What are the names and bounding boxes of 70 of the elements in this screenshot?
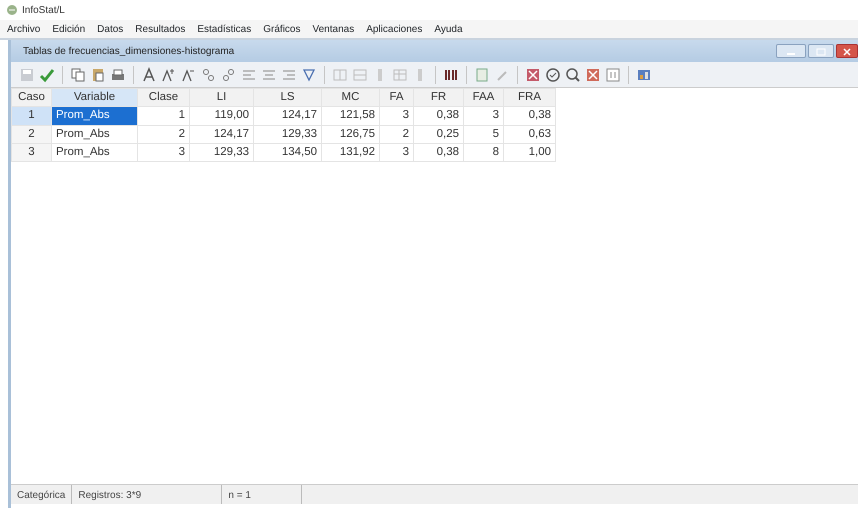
copy-icon[interactable] bbox=[70, 66, 86, 82]
table-cell: 8 bbox=[464, 143, 504, 162]
column-header[interactable]: Caso bbox=[12, 88, 52, 107]
column-header[interactable]: FRA bbox=[504, 88, 556, 107]
window-title: InfoStat/L bbox=[22, 4, 65, 18]
minimize-button[interactable] bbox=[776, 44, 806, 58]
cross-mark-icon[interactable] bbox=[585, 66, 601, 82]
column-header[interactable]: FA bbox=[380, 88, 414, 107]
menu-item[interactable]: Ventanas bbox=[311, 22, 356, 36]
table-cell: 3 bbox=[380, 143, 414, 162]
table-cell: 129,33 bbox=[190, 143, 254, 162]
column-header[interactable]: LS bbox=[254, 88, 322, 107]
table-cell: 0,38 bbox=[414, 106, 464, 125]
column-header[interactable]: FAA bbox=[464, 88, 504, 107]
sheet-icon[interactable] bbox=[474, 66, 490, 82]
menu-item[interactable]: Edición bbox=[51, 22, 86, 36]
window-title: Tablas de frecuencias_dimensiones-histograma bbox=[23, 44, 234, 58]
table-cell: 1,00 bbox=[504, 143, 556, 162]
table-cell: 0,63 bbox=[504, 125, 556, 144]
close-icon bbox=[842, 48, 852, 56]
table-cell[interactable]: Prom_Abs bbox=[52, 143, 138, 162]
table-cell: 129,33 bbox=[254, 125, 322, 144]
table-cell: 0,38 bbox=[504, 106, 556, 125]
check-circle-icon[interactable] bbox=[545, 66, 561, 82]
table-cell: 124,17 bbox=[190, 125, 254, 144]
table-cell: 5 bbox=[464, 125, 504, 144]
font-grow-icon[interactable] bbox=[161, 66, 177, 82]
table-cell: 119,00 bbox=[190, 106, 254, 125]
menu-item[interactable]: Resultados bbox=[134, 22, 186, 36]
table-cell: 1 bbox=[138, 106, 190, 125]
paste-icon[interactable] bbox=[90, 66, 106, 82]
font-icon[interactable] bbox=[141, 66, 157, 82]
column-header[interactable]: Variable bbox=[52, 88, 138, 107]
row-header[interactable]: 2 bbox=[12, 125, 52, 144]
close-button[interactable] bbox=[836, 44, 858, 58]
table-cell: 126,75 bbox=[322, 125, 380, 144]
table-cell: 0,38 bbox=[414, 143, 464, 162]
table-cell: 134,50 bbox=[254, 143, 322, 162]
maximize-icon bbox=[816, 48, 826, 56]
table-cell: 2 bbox=[138, 125, 190, 144]
table-cell: 124,17 bbox=[254, 106, 322, 125]
table-cell: 121,58 bbox=[322, 106, 380, 125]
menu-item[interactable]: Ayuda bbox=[433, 22, 464, 36]
table-cell: 2 bbox=[380, 125, 414, 144]
table-cell: 0,25 bbox=[414, 125, 464, 144]
column-header[interactable]: Clase bbox=[138, 88, 190, 107]
column-header[interactable]: FR bbox=[414, 88, 464, 107]
status-text: Registros: 3*9 bbox=[72, 485, 222, 504]
cross-mark-icon[interactable] bbox=[525, 66, 541, 82]
menu-item[interactable]: Estadísticas bbox=[196, 22, 252, 36]
status-text: n = 1 bbox=[222, 485, 302, 504]
column-header[interactable]: LI bbox=[190, 88, 254, 107]
menu-item[interactable]: Aplicaciones bbox=[365, 22, 424, 36]
magnifier-icon[interactable] bbox=[565, 66, 581, 82]
table-cell: 3 bbox=[380, 106, 414, 125]
table-cell[interactable]: Prom_Abs bbox=[52, 106, 138, 125]
menu-item[interactable]: Archivo bbox=[6, 22, 42, 36]
table-cell: 131,92 bbox=[322, 143, 380, 162]
status-text: Categórica bbox=[11, 485, 72, 504]
table-cell: 3 bbox=[464, 106, 504, 125]
menu-item[interactable]: Datos bbox=[96, 22, 124, 36]
column-header[interactable]: MC bbox=[322, 88, 380, 107]
check-icon[interactable] bbox=[39, 66, 55, 82]
table-cell: 3 bbox=[138, 143, 190, 162]
row-header[interactable]: 1 bbox=[12, 106, 52, 125]
table-cell[interactable]: Prom_Abs bbox=[52, 125, 138, 144]
print-icon[interactable] bbox=[110, 66, 126, 82]
app-icon bbox=[6, 4, 18, 16]
menu-item[interactable]: Gráficos bbox=[262, 22, 302, 36]
row-header[interactable]: 3 bbox=[12, 143, 52, 162]
